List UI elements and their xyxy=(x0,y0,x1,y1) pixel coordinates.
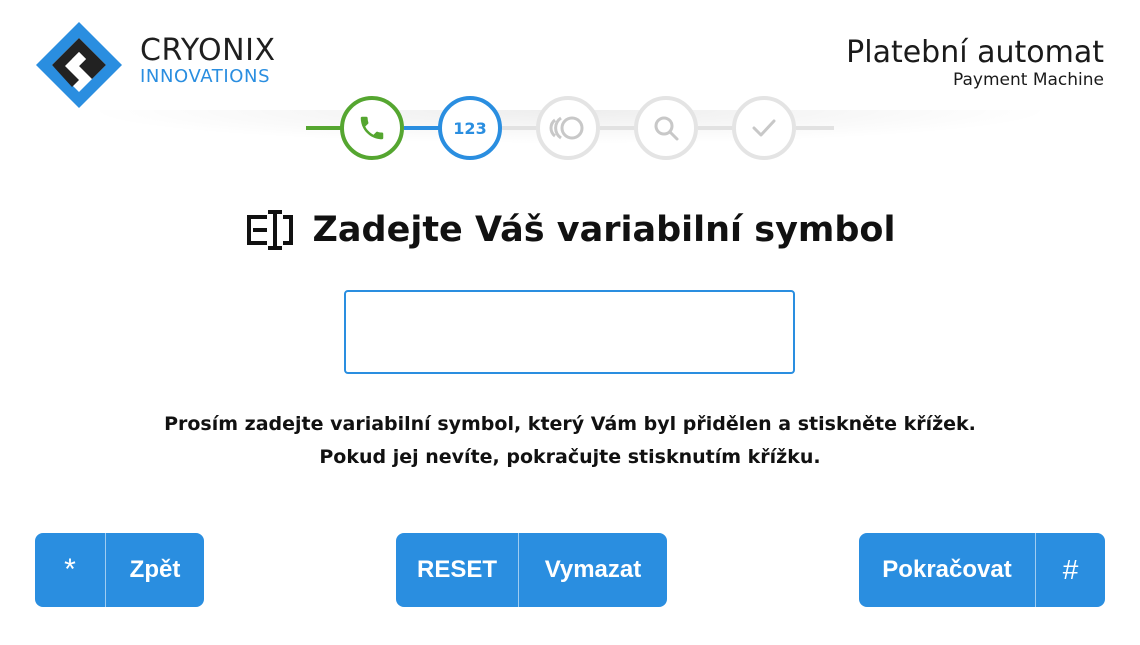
hash-key-icon: # xyxy=(1062,554,1079,585)
heading-row: Zadejte Váš variabilní symbol xyxy=(0,208,1140,252)
continue-button[interactable]: Pokračovat # xyxy=(859,533,1105,607)
search-icon xyxy=(654,116,679,141)
contactless-card-icon xyxy=(549,116,584,140)
reset-key-label: RESET xyxy=(416,556,497,583)
step-done xyxy=(732,96,796,160)
variable-symbol-input[interactable] xyxy=(344,290,795,374)
instruction-line: Prosím zadejte variabilní symbol, který … xyxy=(164,413,976,435)
phone-icon xyxy=(360,116,384,140)
brand-subtitle: INNOVATIONS xyxy=(140,66,271,87)
reset-button-label: Vymazat xyxy=(544,556,642,583)
back-button[interactable]: * Zpět xyxy=(35,533,204,607)
progress-stepper: 123 xyxy=(300,95,840,161)
reset-button[interactable]: RESET Vymazat xyxy=(396,533,667,607)
payment-machine-screen: CRYONIX INNOVATIONS Platební automat Pay… xyxy=(0,0,1140,645)
instructions: Prosím zadejte variabilní symbol, který … xyxy=(0,408,1140,474)
brand: CRYONIX INNOVATIONS xyxy=(140,36,276,86)
page-title: Platební automat xyxy=(846,35,1104,70)
step-contactless xyxy=(536,96,600,160)
page-subtitle: Payment Machine xyxy=(953,70,1104,90)
brand-name: CRYONIX xyxy=(140,33,276,68)
stepper-track xyxy=(796,126,834,130)
text-cursor-icon xyxy=(246,210,293,250)
checkmark-icon xyxy=(752,119,776,137)
main-heading: Zadejte Váš variabilní symbol xyxy=(312,210,896,250)
step-search xyxy=(634,96,698,160)
asterisk-key-icon: * xyxy=(64,553,76,586)
header-title-block: Platební automat Payment Machine xyxy=(846,35,1104,91)
cryonix-logo-icon xyxy=(36,22,122,108)
step-phone xyxy=(340,96,404,160)
continue-button-label: Pokračovat xyxy=(882,556,1012,583)
step-number-entry: 123 xyxy=(438,96,502,160)
back-button-label: Zpět xyxy=(129,556,181,583)
numeric-123-icon: 123 xyxy=(453,118,487,138)
instruction-line: Pokud jej nevíte, pokračujte stisknutím … xyxy=(319,446,821,468)
